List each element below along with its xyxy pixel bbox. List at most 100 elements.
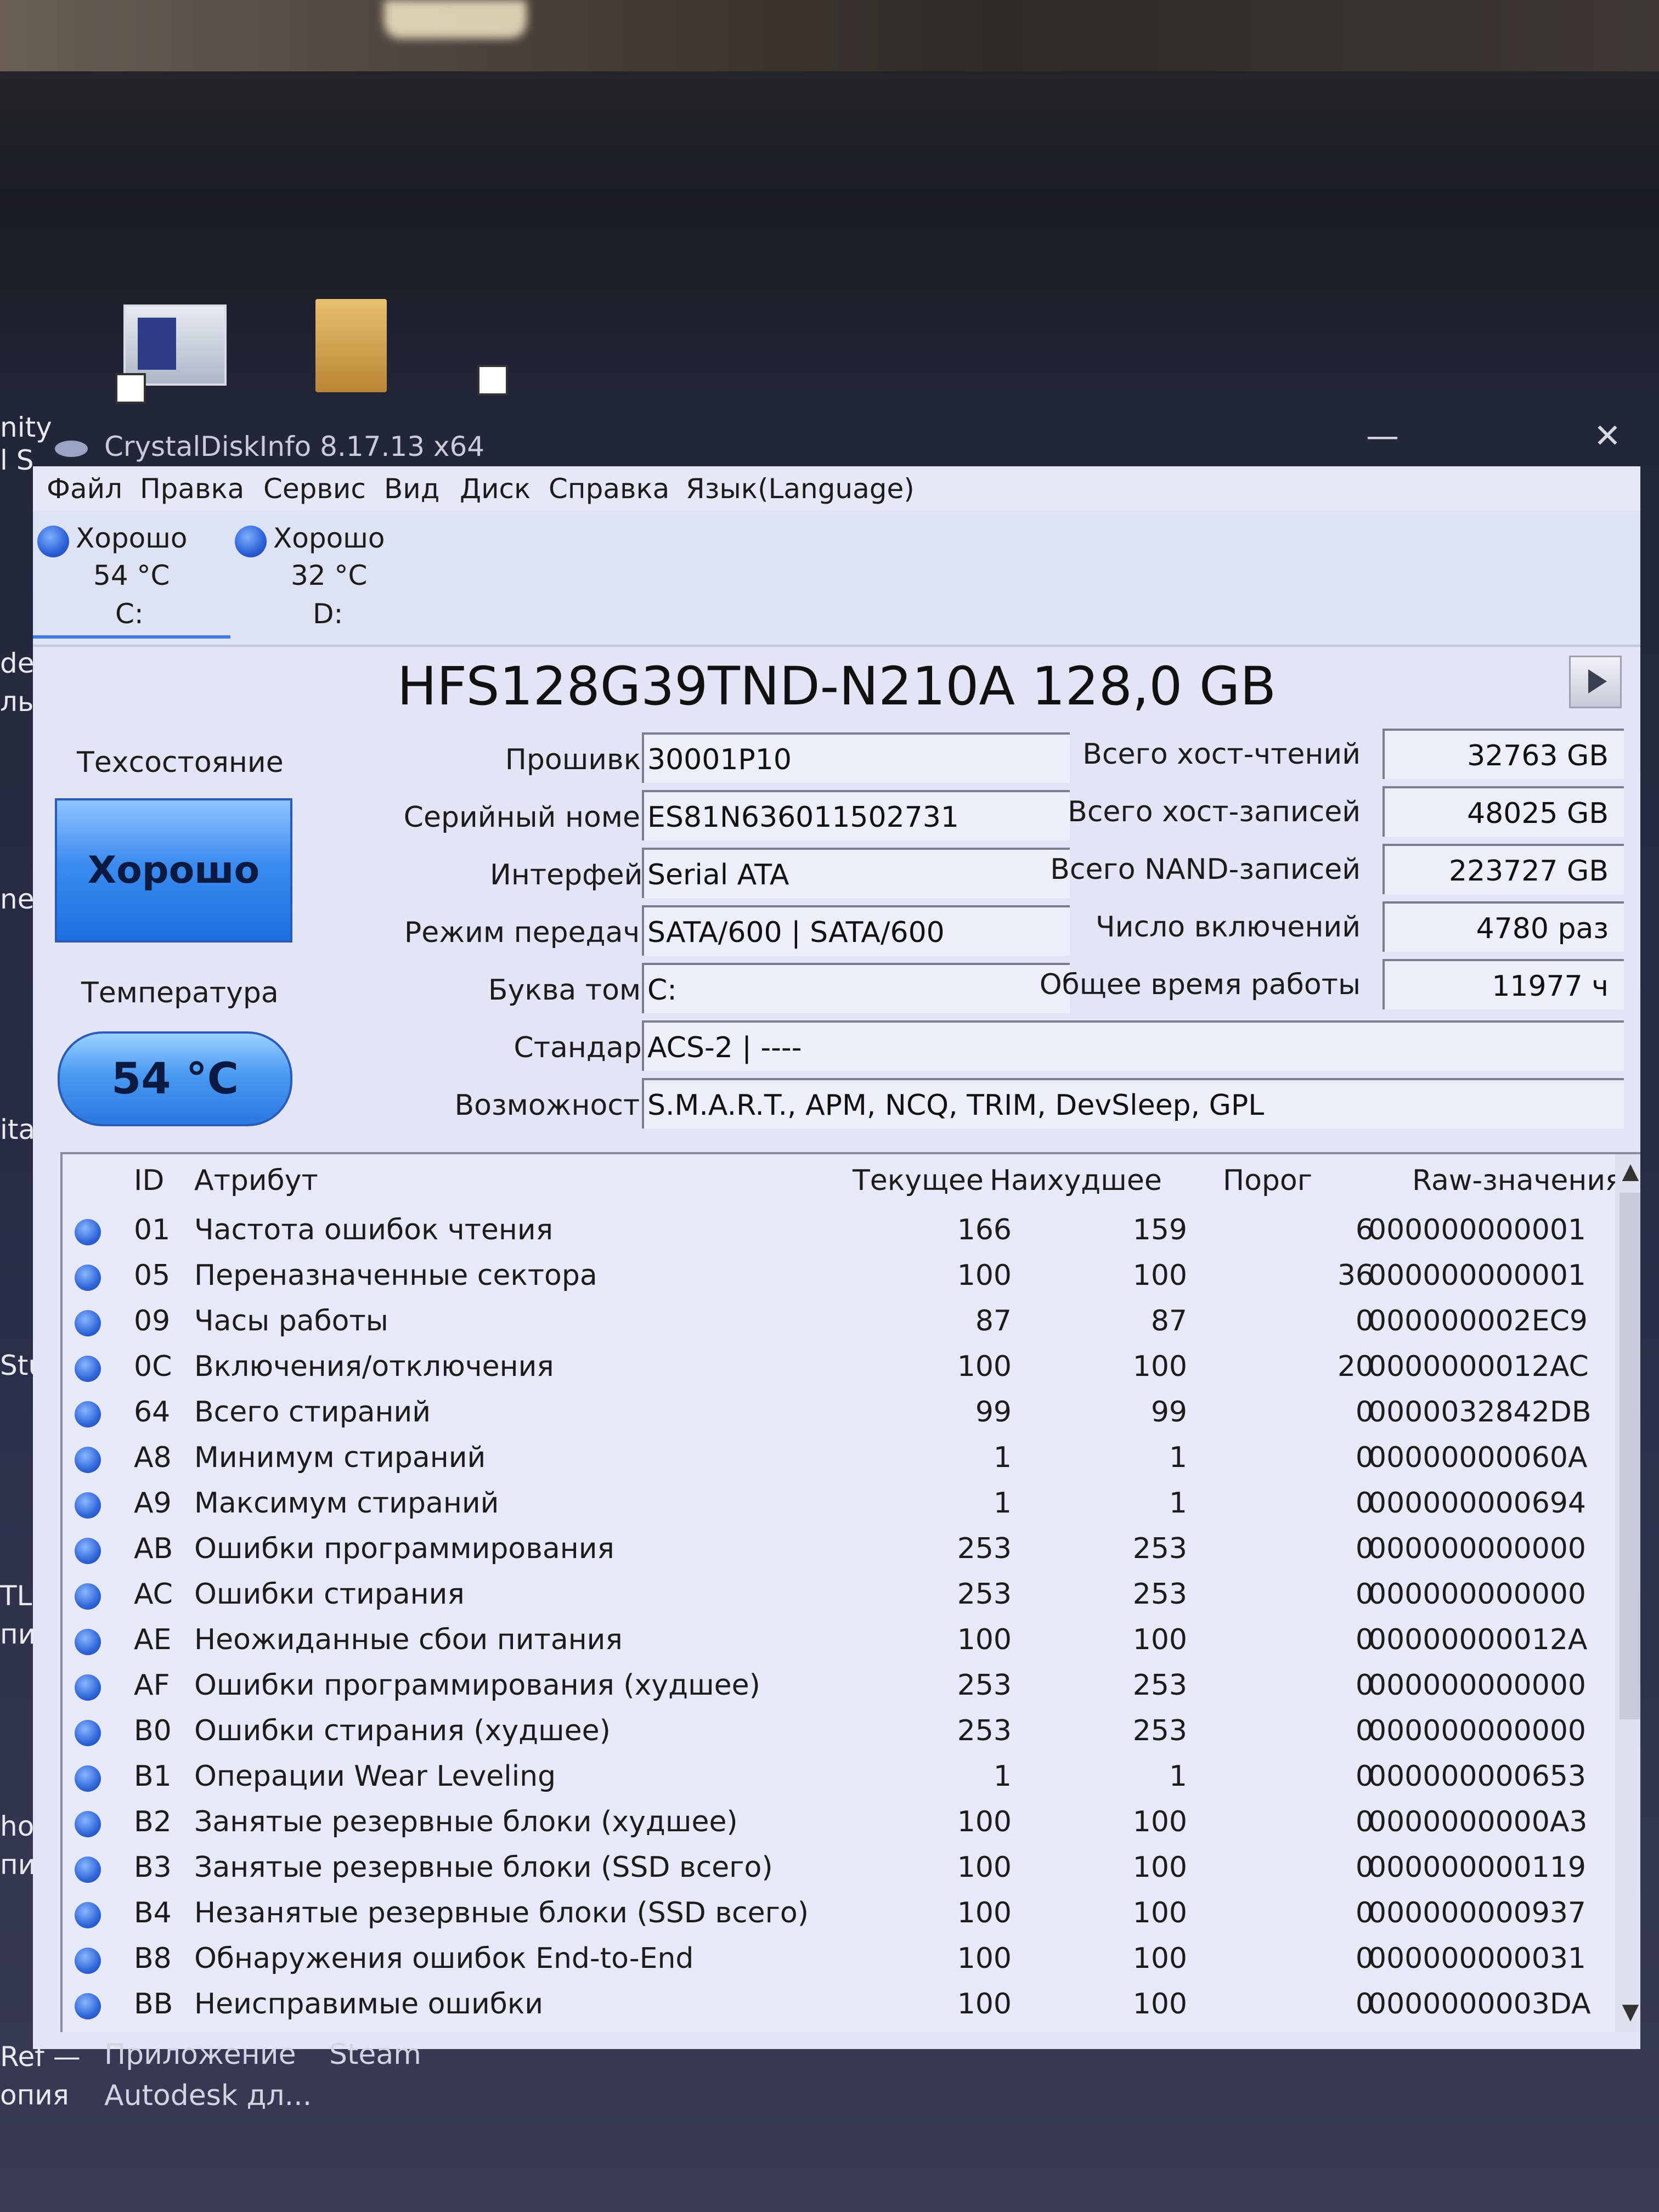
cell-worst: 253 bbox=[1132, 1578, 1187, 1611]
table-row[interactable]: B3 Занятые резервные блоки (SSD всего) 100… bbox=[63, 1847, 1588, 1892]
table-row[interactable]: B8 Обнаружения ошибок End-to-End 100 100 0 00… bbox=[63, 1938, 1588, 1983]
cell-current: 100 bbox=[957, 1851, 1012, 1884]
health-good-icon bbox=[235, 526, 267, 557]
column-header-current[interactable]: Текущее bbox=[853, 1164, 984, 1197]
cell-threshold: 20 bbox=[1337, 1350, 1374, 1383]
cell-attribute: Минимум стираний bbox=[194, 1441, 486, 1474]
taskbar-label[interactable]: Steam bbox=[329, 2038, 421, 2071]
menu-service[interactable]: Сервис bbox=[263, 473, 366, 505]
table-row[interactable]: AF Ошибки программирования (худшее) 253 253… bbox=[63, 1664, 1588, 1710]
cell-id: AE bbox=[134, 1623, 172, 1656]
column-header-id[interactable]: ID bbox=[134, 1164, 164, 1197]
column-header-threshold[interactable]: Порог bbox=[1223, 1164, 1312, 1197]
cell-worst: 100 bbox=[1132, 1897, 1187, 1929]
cell-current: 253 bbox=[957, 1532, 1012, 1565]
table-row[interactable]: AE Неожиданные сбои питания 100 100 0 0000000… bbox=[63, 1619, 1588, 1664]
cell-raw: 0000032842DB bbox=[1368, 1396, 1592, 1429]
cell-worst: 100 bbox=[1132, 1623, 1187, 1656]
cell-threshold: 0 bbox=[1355, 1532, 1374, 1565]
menu-language[interactable]: Язык(Language) bbox=[686, 473, 915, 505]
power-on-count-label: Число включений bbox=[1096, 911, 1361, 944]
table-row[interactable]: AB Ошибки программирования 253 253 0 00000000… bbox=[63, 1528, 1588, 1573]
table-row[interactable]: 05 Переназначенные сектора 100 100 36 0000000… bbox=[63, 1255, 1588, 1300]
table-row[interactable]: B0 Ошибки стирания (худшее) 253 253 0 0000000… bbox=[63, 1710, 1588, 1756]
cell-attribute: Ошибки программирования bbox=[194, 1532, 614, 1565]
scroll-thumb[interactable] bbox=[1620, 1193, 1640, 1719]
cell-worst: 253 bbox=[1132, 1669, 1187, 1702]
menu-disk[interactable]: Диск bbox=[460, 473, 531, 505]
cell-threshold: 0 bbox=[1355, 1305, 1374, 1338]
minimize-button[interactable]: — bbox=[1350, 414, 1415, 458]
host-reads-value: 32763 GB bbox=[1383, 729, 1624, 779]
cell-current: 253 bbox=[957, 1578, 1012, 1611]
table-row[interactable]: 09 Часы работы 87 87 0 000000002EC9 bbox=[63, 1300, 1588, 1346]
status-good-icon bbox=[75, 1811, 101, 1837]
disk-temperature: 54 °C bbox=[93, 560, 170, 591]
next-disk-button[interactable] bbox=[1569, 656, 1622, 708]
table-row[interactable]: AC Ошибки стирания 253 253 0 000000000000 bbox=[63, 1573, 1588, 1619]
cell-worst: 100 bbox=[1132, 1851, 1187, 1884]
cell-threshold: 0 bbox=[1355, 1988, 1374, 2021]
power-on-hours-value: 11977 ч bbox=[1383, 959, 1624, 1009]
menu-view[interactable]: Вид bbox=[384, 473, 439, 505]
status-good-icon bbox=[75, 1629, 101, 1655]
taskbar-label[interactable]: Autodesk дл... bbox=[104, 2079, 312, 2112]
interface-label: Интерфейс bbox=[489, 859, 658, 891]
table-scrollbar[interactable]: ▲ ▼ bbox=[1615, 1154, 1640, 2032]
disk-tab-c[interactable]: Хорошо 54 °C C: bbox=[33, 516, 214, 639]
cell-worst: 1 bbox=[1169, 1487, 1187, 1520]
scroll-up-arrow-icon[interactable]: ▲ bbox=[1615, 1159, 1640, 1186]
column-header-raw[interactable]: Raw-значения bbox=[1412, 1164, 1622, 1197]
health-status-button[interactable]: Хорошо bbox=[55, 798, 292, 943]
cell-attribute: Ошибки стирания (худшее) bbox=[194, 1714, 611, 1747]
disk-tab-d[interactable]: Хорошо 32 °C D: bbox=[230, 516, 411, 639]
taskbar-label[interactable]: Приложение bbox=[104, 2038, 296, 2071]
menu-file[interactable]: Файл bbox=[47, 473, 122, 505]
serial-label: Серийный номер bbox=[403, 801, 658, 834]
table-row[interactable]: B1 Операции Wear Leveling 1 1 0 000000000653 bbox=[63, 1756, 1588, 1801]
cell-threshold: 0 bbox=[1355, 1578, 1374, 1611]
cell-worst: 87 bbox=[1150, 1305, 1187, 1338]
smart-attributes-table: ID Атрибут Текущее Наихудшее Порог Raw-з… bbox=[60, 1152, 1640, 2032]
drive-letter-label: Буква тома bbox=[488, 974, 658, 1007]
cell-attribute: Включения/отключения bbox=[194, 1350, 554, 1383]
scroll-down-arrow-icon[interactable]: ▼ bbox=[1615, 1999, 1640, 2027]
cell-id: AB bbox=[134, 1532, 173, 1565]
cell-worst: 100 bbox=[1132, 1350, 1187, 1383]
desktop-folder-icon[interactable] bbox=[315, 299, 387, 392]
status-good-icon bbox=[75, 1401, 101, 1427]
cell-raw: 000000000694 bbox=[1368, 1487, 1587, 1520]
cell-attribute: Обнаружения ошибок End-to-End bbox=[194, 1942, 694, 1975]
column-header-attribute[interactable]: Атрибут bbox=[194, 1164, 318, 1197]
table-row[interactable]: 01 Частота ошибок чтения 166 159 6 0000000000… bbox=[63, 1209, 1588, 1255]
table-row[interactable]: 0C Включения/отключения 100 100 20 0000000012… bbox=[63, 1346, 1589, 1391]
cell-attribute: Максимум стираний bbox=[194, 1487, 499, 1520]
menu-help[interactable]: Справка bbox=[549, 473, 669, 505]
cell-attribute: Незанятые резервные блоки (SSD всего) bbox=[194, 1897, 809, 1929]
cell-raw: 000000000000 bbox=[1368, 1532, 1587, 1565]
cell-attribute: Всего стираний bbox=[194, 1396, 431, 1429]
table-row[interactable]: 64 Всего стираний 99 99 0 0000032842DB bbox=[63, 1391, 1592, 1437]
window-titlebar[interactable]: CrystalDiskInfo 8.17.13 x64 — ✕ bbox=[33, 414, 1640, 469]
table-row[interactable]: BB Неисправимые ошибки 100 100 0 0000000003DA bbox=[63, 1983, 1591, 2029]
table-row[interactable]: A9 Максимум стираний 1 1 0 000000000694 bbox=[63, 1482, 1588, 1528]
temperature-button[interactable]: 54 °C bbox=[58, 1031, 292, 1126]
ceiling-lamp bbox=[384, 0, 527, 38]
host-writes-value: 48025 GB bbox=[1383, 786, 1624, 837]
crystaldiskinfo-app-icon bbox=[55, 441, 88, 457]
cell-worst: 1 bbox=[1169, 1441, 1187, 1474]
cell-raw: 0000000012AC bbox=[1368, 1350, 1589, 1383]
close-button[interactable]: ✕ bbox=[1575, 414, 1640, 458]
cell-raw: 000000000031 bbox=[1368, 1942, 1587, 1975]
cell-id: 64 bbox=[134, 1396, 171, 1429]
table-row[interactable]: B2 Занятые резервные блоки (худшее) 100 100… bbox=[63, 1801, 1588, 1847]
cell-current: 100 bbox=[957, 1805, 1012, 1838]
table-row[interactable]: A8 Минимум стираний 1 1 0 00000000060A bbox=[63, 1437, 1588, 1482]
cell-raw: 000000002EC9 bbox=[1368, 1305, 1588, 1338]
cell-threshold: 0 bbox=[1355, 1942, 1374, 1975]
column-header-worst[interactable]: Наихудшее bbox=[990, 1164, 1162, 1197]
health-label: Техсостояние bbox=[77, 746, 284, 779]
status-good-icon bbox=[75, 1765, 101, 1792]
menu-edit[interactable]: Правка bbox=[140, 473, 244, 505]
table-row[interactable]: B4 Незанятые резервные блоки (SSD всего) 1… bbox=[63, 1892, 1588, 1938]
